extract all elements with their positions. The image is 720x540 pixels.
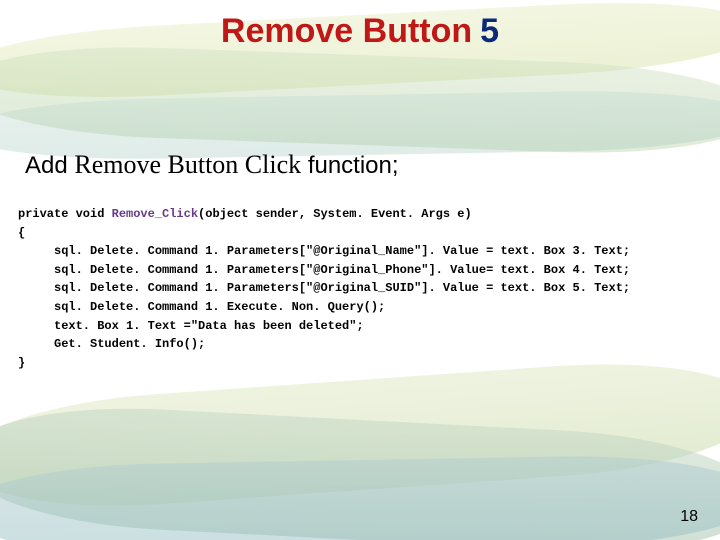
title-number: 5 [480, 12, 499, 50]
code-line: } [18, 356, 25, 370]
code-line: sql. Delete. Command 1. Parameters["@Ori… [18, 281, 630, 295]
code-line: private void [18, 207, 112, 221]
subtitle-prefix: Add [25, 152, 68, 179]
code-line: Get. Student. Info(); [18, 337, 205, 351]
subtitle: Add Remove Button Click function; [25, 150, 399, 180]
decorative-wave [0, 453, 720, 540]
decorative-wave [0, 352, 720, 518]
code-line: sql. Delete. Command 1. Parameters["@Ori… [18, 263, 630, 277]
title-text: Remove Button [221, 12, 472, 50]
page-number: 18 [680, 508, 698, 526]
code-line: sql. Delete. Command 1. Execute. Non. Qu… [18, 300, 385, 314]
slide: Remove Button5 Add Remove Button Click f… [0, 0, 720, 540]
code-line: text. Box 1. Text ="Data has been delete… [18, 319, 364, 333]
subtitle-suffix: function; [308, 152, 399, 179]
code-line: sql. Delete. Command 1. Parameters["@Ori… [18, 244, 630, 258]
subtitle-func: Remove Button Click [74, 150, 301, 179]
code-line: { [18, 226, 25, 240]
code-identifier: Remove_Click [112, 207, 198, 221]
page-title: Remove Button5 [0, 12, 720, 51]
decorative-wave [0, 399, 720, 540]
decorative-wave [0, 41, 720, 159]
code-line: (object sender, System. Event. Args e) [198, 207, 472, 221]
code-block: private void Remove_Click(object sender,… [18, 205, 702, 372]
